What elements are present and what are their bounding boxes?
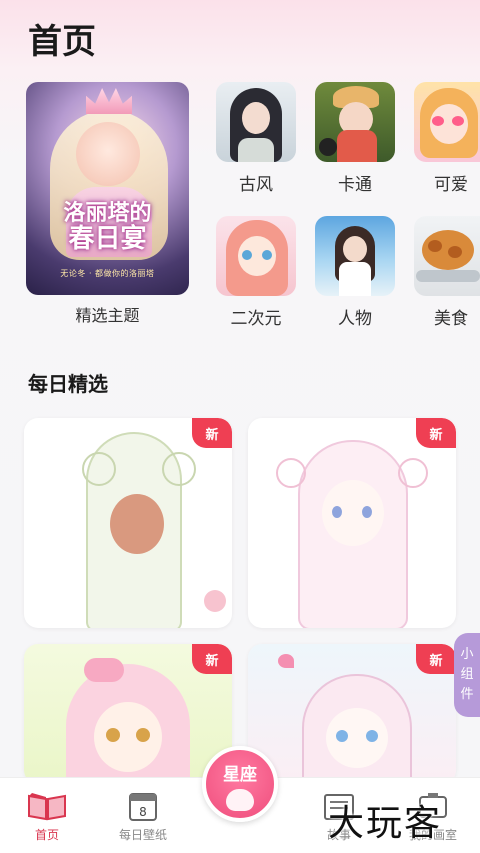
widget-tab-char-1: 小 bbox=[460, 647, 474, 662]
anime-thumbnail bbox=[216, 216, 296, 296]
tab-home[interactable]: 首页 bbox=[2, 790, 92, 843]
new-badge: 新 bbox=[416, 644, 456, 674]
poster-title: 洛丽塔的 春日宴 bbox=[26, 200, 189, 252]
category-character[interactable]: 人物 bbox=[315, 216, 395, 329]
tab-daily-wallpaper-label: 每日壁纸 bbox=[118, 828, 167, 842]
book-icon bbox=[26, 790, 68, 822]
mascot-icon bbox=[226, 789, 254, 811]
daily-card-1[interactable]: 新 bbox=[24, 418, 232, 628]
poster-title-line1: 洛丽塔的 bbox=[63, 200, 152, 226]
new-badge: 新 bbox=[192, 644, 232, 674]
tab-daily-wallpaper[interactable]: 8 每日壁纸 bbox=[98, 790, 188, 843]
cartoon-thumbnail bbox=[315, 82, 395, 162]
daily-card-2[interactable]: 新 bbox=[248, 418, 456, 628]
page-title: 首页 bbox=[28, 22, 96, 62]
category-label: 二次元 bbox=[230, 309, 282, 329]
category-label: 可爱 bbox=[434, 175, 468, 195]
category-label: 卡通 bbox=[338, 175, 372, 195]
svg-text:8: 8 bbox=[139, 805, 147, 819]
calendar-icon: 8 bbox=[122, 790, 164, 822]
category-ancient[interactable]: 古风 bbox=[216, 82, 296, 195]
category-cute[interactable]: 可爱 bbox=[414, 82, 480, 195]
widget-side-tab[interactable]: 小 组 件 bbox=[454, 633, 480, 717]
featured-theme-label[interactable]: 精选主题 bbox=[26, 302, 189, 326]
poster-subtitle: 无论冬 · 都做你的洛丽塔 bbox=[60, 269, 155, 278]
category-food[interactable]: 美食 bbox=[414, 216, 480, 329]
ancient-style-thumbnail bbox=[216, 82, 296, 162]
featured-face-art bbox=[76, 122, 140, 186]
character-thumbnail bbox=[315, 216, 395, 296]
new-badge: 新 bbox=[416, 418, 456, 448]
category-anime[interactable]: 二次元 bbox=[216, 216, 296, 329]
food-thumbnail bbox=[414, 216, 480, 296]
daily-card-3[interactable]: 新 bbox=[24, 644, 232, 784]
daily-picks-title: 每日精选 bbox=[28, 372, 108, 396]
featured-theme-card[interactable]: 洛丽塔的 春日宴 无论冬 · 都做你的洛丽塔 bbox=[26, 82, 189, 295]
daily-card-4[interactable]: 新 bbox=[248, 644, 456, 784]
widget-tab-char-3: 件 bbox=[460, 687, 474, 702]
constellation-label: 星座 bbox=[223, 765, 257, 785]
tab-home-label: 首页 bbox=[34, 828, 59, 842]
category-cartoon[interactable]: 卡通 bbox=[315, 82, 395, 195]
widget-tab-char-2: 组 bbox=[460, 667, 474, 682]
category-label: 古风 bbox=[239, 175, 273, 195]
category-label: 美食 bbox=[434, 309, 468, 329]
crown-art bbox=[86, 88, 132, 114]
constellation-button[interactable]: 星座 bbox=[202, 746, 278, 822]
poster-title-line2: 春日宴 bbox=[68, 224, 147, 254]
cute-thumbnail bbox=[414, 82, 480, 162]
new-badge: 新 bbox=[192, 418, 232, 448]
category-label: 人物 bbox=[338, 309, 372, 329]
watermark: 大玩客 bbox=[328, 803, 443, 844]
